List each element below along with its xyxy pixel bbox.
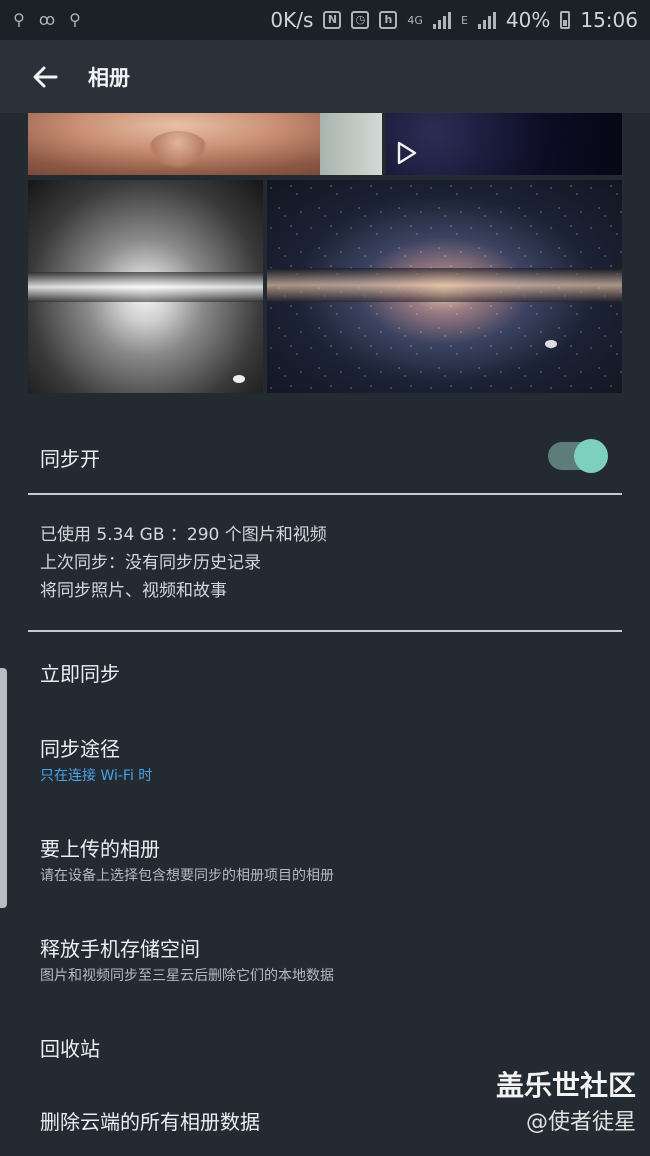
item-title: 回收站 — [40, 1037, 100, 1061]
galaxy-band — [28, 272, 263, 302]
photo-thumbnail-milky-way[interactable] — [267, 180, 622, 393]
video-thumbnail[interactable] — [386, 113, 622, 175]
item-title: 同步途径 — [40, 737, 120, 761]
item-subtitle: 图片和视频同步至三星云后删除它们的本地数据 — [40, 968, 334, 984]
watermark-author: @使者徒星 — [525, 1110, 636, 1135]
portrait-detail — [148, 131, 208, 169]
last-sync: 上次同步：没有同步历史记录 — [40, 553, 261, 573]
sync-label: 同步开 — [40, 446, 100, 471]
hotspot-icon: ꝏ — [38, 10, 56, 29]
item-title: 要上传的相册 — [40, 837, 160, 861]
item-title: 释放手机存储空间 — [40, 937, 200, 961]
status-left: ⚲ ꝏ ⚲ — [10, 11, 84, 29]
network-type-e: E — [460, 13, 468, 27]
milky-way-band — [267, 268, 622, 302]
battery-icon — [560, 11, 571, 29]
back-button[interactable] — [20, 52, 70, 102]
alarm-icon: ◷ — [351, 11, 370, 29]
status-bar: ⚲ ꝏ ⚲ 0K/s N ◷ h 4G E 40% 15:06 — [0, 0, 650, 40]
portrait-background — [320, 113, 382, 175]
sync-switch[interactable] — [548, 439, 610, 473]
divider — [28, 630, 622, 632]
photo-thumbnail-portrait[interactable] — [28, 113, 382, 175]
app-notification-icon: h — [379, 11, 398, 29]
network-speed: 0K/s — [270, 8, 314, 32]
usb-debug-icon: ⚲ — [69, 10, 81, 29]
item-title: 删除云端的所有相册数据 — [40, 1110, 260, 1134]
galaxy-dot — [545, 340, 557, 348]
switch-knob — [574, 439, 608, 473]
arrow-back-icon — [33, 66, 58, 87]
albums-to-upload-item[interactable]: 要上传的相册 请在设备上选择包含想要同步的相册项目的相册 — [0, 815, 650, 905]
clock: 15:06 — [580, 8, 638, 32]
sync-now-item[interactable]: 立即同步 — [0, 640, 650, 710]
page-title: 相册 — [88, 65, 130, 90]
sync-content: 将同步照片、视频和故事 — [40, 581, 227, 601]
item-subtitle: 请在设备上选择包含想要同步的相册项目的相册 — [40, 868, 334, 884]
photo-thumbnail-galaxy-gray[interactable] — [28, 180, 263, 393]
item-title: 立即同步 — [40, 662, 120, 686]
divider — [28, 493, 622, 495]
storage-used: 已使用 5.34 GB ：290 个图片和视频 — [40, 525, 327, 545]
usb-icon: ⚲ — [13, 10, 25, 29]
signal-icon — [432, 11, 451, 29]
sync-method-item[interactable]: 同步途径 只在连接 Wi-Fi 时 — [0, 715, 650, 805]
sync-toggle-row[interactable]: 同步开 — [0, 420, 650, 494]
free-up-storage-item[interactable]: 释放手机存储空间 图片和视频同步至三星云后删除它们的本地数据 — [0, 915, 650, 1005]
status-right: 0K/s N ◷ h 4G E 40% 15:06 — [270, 8, 638, 32]
edge-panel-handle[interactable] — [0, 668, 7, 908]
nfc-icon: N — [323, 11, 342, 29]
play-icon — [397, 141, 417, 165]
item-subtitle: 只在连接 Wi-Fi 时 — [40, 768, 153, 784]
watermark-title: 盖乐世社区 — [495, 1069, 636, 1102]
galaxy-dot — [233, 375, 245, 383]
app-bar: 相册 — [0, 40, 650, 113]
battery-percent: 40% — [505, 8, 551, 32]
signal-icon-2 — [477, 11, 496, 29]
network-type: 4G — [407, 13, 423, 27]
